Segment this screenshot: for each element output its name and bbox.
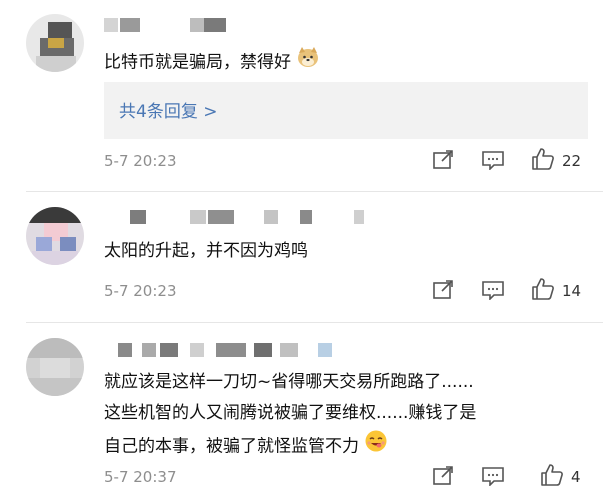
comment-text: 太阳的升起，并不因为鸡鸣 [104, 236, 308, 267]
timestamp: 5-7 20:23 [104, 282, 177, 300]
share-icon[interactable] [433, 280, 455, 304]
username-blurred[interactable] [104, 210, 374, 224]
timestamp: 5-7 20:37 [104, 468, 177, 486]
timestamp: 5-7 20:23 [104, 152, 177, 170]
dog-face-emoji [296, 45, 320, 80]
view-replies-link[interactable]: 共4条回复 > [119, 97, 217, 122]
comment-text-content: 比特币就是骗局，禁得好 [104, 52, 291, 73]
comment-line: 这些机智的人又闹腾说被骗了要维权......赚钱了是 [104, 403, 477, 423]
avatar[interactable] [26, 338, 84, 396]
yummy-face-emoji [364, 429, 388, 464]
thumbs-up-icon[interactable] [540, 463, 564, 491]
comment-line: 自己的本事，被骗了就怪监管不力 [104, 436, 359, 457]
divider [26, 191, 603, 192]
thumbs-up-icon[interactable] [531, 277, 555, 305]
avatar[interactable] [26, 14, 84, 72]
comment-icon[interactable] [482, 280, 504, 304]
comment-icon[interactable] [482, 150, 504, 174]
username-blurred[interactable] [104, 343, 344, 357]
like-count: 14 [562, 282, 582, 300]
reply-summary[interactable]: 共4条回复 > [104, 82, 588, 139]
comment-icon[interactable] [482, 466, 504, 490]
share-icon[interactable] [433, 466, 455, 490]
share-icon[interactable] [433, 150, 455, 174]
comment-text-content: 太阳的升起，并不因为鸡鸣 [104, 241, 308, 261]
username-blurred[interactable] [104, 18, 264, 32]
comment-text: 比特币就是骗局，禁得好 [104, 45, 320, 80]
comment-text: 就应该是这样一刀切~省得哪天交易所跑路了...... 这些机智的人又闹腾说被骗了… [104, 367, 476, 464]
like-count: 4 [571, 468, 581, 486]
like-count: 22 [562, 152, 582, 170]
avatar[interactable] [26, 207, 84, 265]
thumbs-up-icon[interactable] [531, 147, 555, 175]
divider [26, 322, 603, 323]
comment-line: 就应该是这样一刀切~省得哪天交易所跑路了...... [104, 372, 474, 392]
